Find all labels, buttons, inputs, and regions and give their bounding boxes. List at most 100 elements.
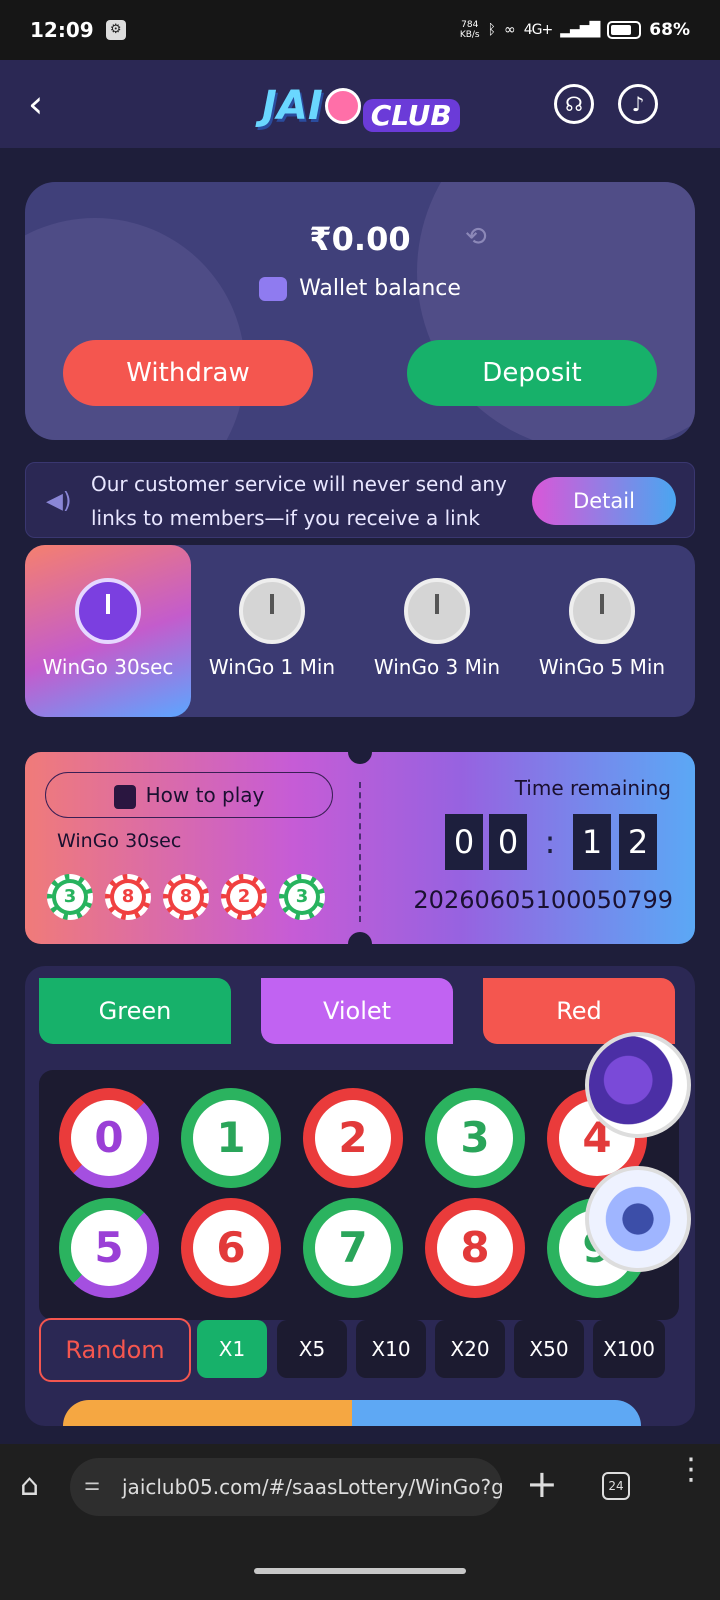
period-number: 20260605100050799 [413,886,673,914]
recent-result-number: 3 [56,883,84,911]
robot-assistant-icon[interactable] [585,1166,691,1272]
multiplier-x50[interactable]: X50 [514,1320,584,1378]
number-label: 7 [315,1210,391,1286]
home-gesture-pill[interactable] [254,1568,466,1574]
app-header: ‹ JAI CLUB ☊ ♪ [0,60,720,148]
tab-wingo-30sec[interactable]: WinGo 30sec [25,545,191,717]
recent-result-number: 8 [114,883,142,911]
wallet-icon [259,277,288,301]
number-ball-6[interactable]: 6 [181,1198,281,1298]
logo-text-sub: CLUB [362,98,460,132]
number-ball-0[interactable]: 0 [59,1088,159,1188]
withdraw-button[interactable]: Withdraw [63,340,313,406]
battery-percent: 68% [649,20,690,40]
time-remaining-label: Time remaining [514,776,671,800]
rules-icon [113,784,136,809]
how-to-play-label: How to play [145,783,265,807]
new-tab-icon[interactable]: + [526,1462,558,1506]
number-ball-1[interactable]: 1 [181,1088,281,1188]
game-tabs: WinGo 30sec WinGo 1 Min WinGo 3 Min WinG… [25,545,695,717]
net-speed: 784 KB/s [459,20,480,40]
status-bar: 12:09 ⚙ 784 KB/s ᛒ ∞ 4G+ ▂▄▆█ 68% [0,0,720,60]
site-settings-icon[interactable]: ⚌ [84,1474,100,1495]
random-button[interactable]: Random [39,1318,191,1382]
deposit-button[interactable]: Deposit [407,340,657,406]
tab-switcher-button[interactable]: 24 [602,1472,630,1500]
status-time: 12:09 [30,18,94,42]
clover-icon [324,88,361,124]
clock-icon [239,578,305,644]
countdown-separator: : [544,823,556,861]
clock-icon [75,578,141,644]
recent-result-number: 2 [230,883,258,911]
countdown-digit: 0 [489,814,527,870]
multiplier-x20[interactable]: X20 [435,1320,505,1378]
wallet-label-text: Wallet balance [299,276,461,301]
home-icon[interactable]: ⌂ [20,1468,39,1503]
signal-icon: ▂▄▆█ [560,22,600,38]
number-label: 0 [71,1100,147,1176]
number-label: 1 [193,1100,269,1176]
system-nav-bar [0,1532,720,1600]
multiplier-x1[interactable]: X1 [197,1320,267,1378]
logo-text-main: JAI [262,83,323,129]
recent-result-ball: 8 [163,874,209,920]
headset-icon[interactable]: ☊ [554,84,594,124]
browser-toolbar: ⌂ jaiclub05.com/#/saasLottery/WinGo?gam … [0,1444,720,1532]
battery-icon [607,21,642,39]
number-ball-2[interactable]: 2 [303,1088,403,1188]
number-label: 6 [193,1210,269,1286]
number-ball-5[interactable]: 5 [59,1198,159,1298]
multiplier-x100[interactable]: X100 [593,1320,665,1378]
clock-icon [404,578,470,644]
number-ball-3[interactable]: 3 [425,1088,525,1188]
multiplier-x10[interactable]: X10 [356,1320,426,1378]
tab-wingo-1min[interactable]: WinGo 1 Min [189,545,355,717]
current-game-name: WinGo 30sec [57,830,182,852]
bluetooth-icon: ᛒ [487,22,497,38]
bet-violet-button[interactable]: Violet [261,978,453,1044]
how-to-play-button[interactable]: How to play [45,772,333,818]
status-icons: 784 KB/s ᛒ ∞ 4G+ ▂▄▆█ 68% [460,20,690,40]
countdown-digit: 1 [573,814,611,870]
tab-label: WinGo 3 Min [373,655,501,679]
music-note-icon[interactable]: ♪ [618,84,658,124]
link-icon: ∞ [504,22,516,38]
number-grid: 0 1 2 3 4 5 6 7 8 9 [39,1070,679,1320]
signal-label: 4G+ [523,22,553,38]
detail-button[interactable]: Detail [532,477,676,525]
ticket-divider [359,782,361,922]
number-label: 8 [437,1210,513,1286]
url-bar[interactable]: jaiclub05.com/#/saasLottery/WinGo?gam [70,1458,502,1516]
tab-wingo-3min[interactable]: WinGo 3 Min [354,545,520,717]
refresh-icon[interactable]: ⟲ [465,222,487,252]
tab-label: WinGo 5 Min [538,655,666,679]
number-label: 2 [315,1100,391,1176]
number-label: 3 [437,1100,513,1176]
tab-label: WinGo 30sec [42,655,174,679]
number-ball-8[interactable]: 8 [425,1198,525,1298]
number-label: 5 [71,1210,147,1286]
recent-result-ball: 3 [47,874,93,920]
more-menu-icon[interactable]: ⋮ [676,1455,706,1485]
recent-result-ball: 8 [105,874,151,920]
recent-result-number: 8 [172,883,200,911]
wallet-card: ₹0.00 ⟲ Wallet balance Withdraw Deposit [25,182,695,440]
wallet-balance-amount: ₹0.00 [309,220,411,258]
notice-bar: ◀) Our customer service will never send … [25,462,695,538]
logo: JAI CLUB [262,76,460,136]
dragon-float-icon[interactable] [585,1032,691,1138]
recent-result-number: 3 [288,883,316,911]
speaker-icon: ◀) [46,489,72,514]
bet-green-button[interactable]: Green [39,978,231,1044]
back-arrow-icon[interactable]: ‹ [28,82,43,126]
multiplier-x5[interactable]: X5 [277,1320,347,1378]
recent-result-ball: 2 [221,874,267,920]
tab-wingo-5min[interactable]: WinGo 5 Min [519,545,685,717]
number-ball-7[interactable]: 7 [303,1198,403,1298]
clock-icon [569,578,635,644]
countdown-digit: 0 [445,814,483,870]
big-small-buttons[interactable] [63,1400,641,1426]
wrench-icon: ⚙ [105,20,126,40]
notice-text: Our customer service will never send any… [91,472,507,530]
